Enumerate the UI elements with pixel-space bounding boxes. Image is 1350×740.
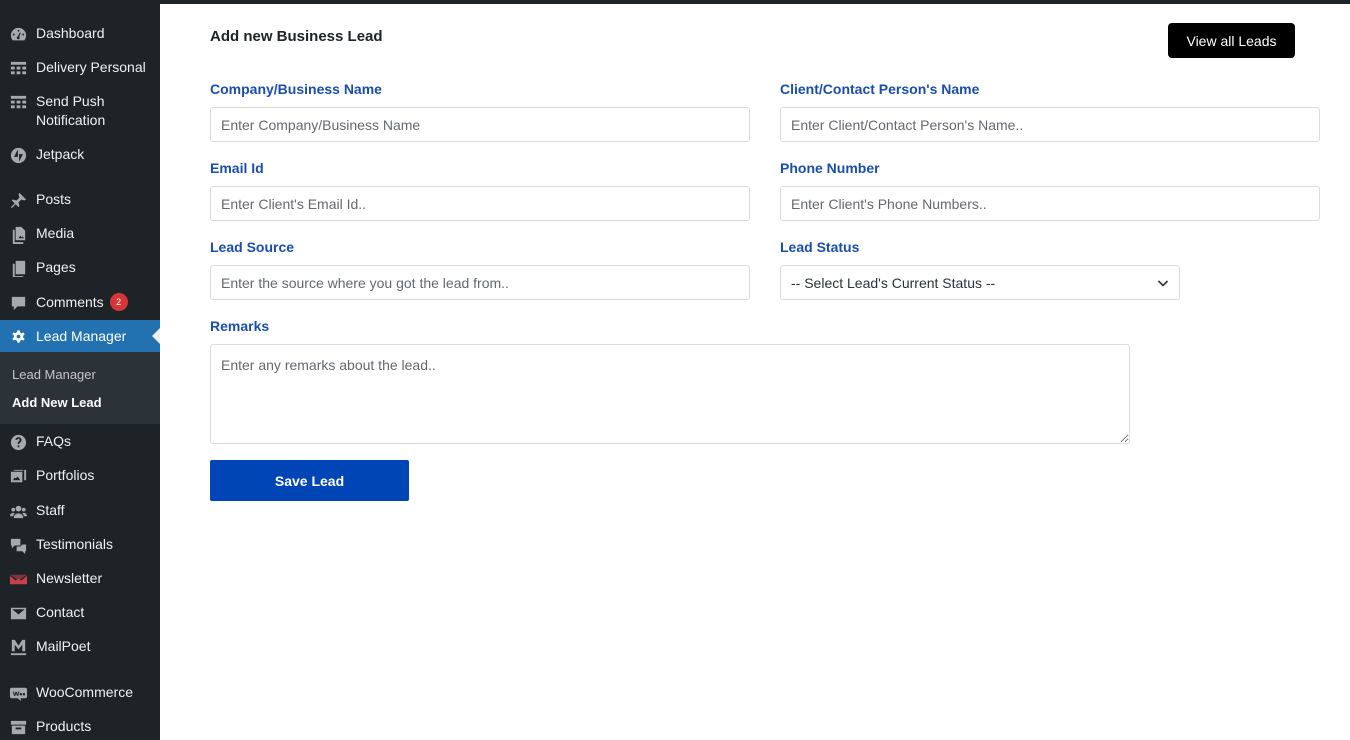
remarks-textarea[interactable] — [210, 344, 1130, 444]
sidebar-item-pages[interactable]: Pages — [0, 258, 160, 278]
sidebar-item-label: Portfolios — [36, 467, 95, 483]
page-title: Add new Business Lead — [210, 28, 383, 45]
sidebar-item-label: Testimonials — [36, 536, 114, 552]
sidebar-item-label: Comments — [36, 294, 104, 310]
sidebar-item-label: Delivery Personal — [36, 59, 146, 75]
email-icon — [0, 603, 36, 623]
lead-manager-submenu: Lead Manager Add New Lead — [0, 352, 160, 424]
sidebar-item-portfolios[interactable]: Portfolios — [0, 466, 160, 486]
company-name-label: Company/Business Name — [210, 81, 382, 97]
pin-icon — [0, 190, 36, 210]
sidebar-item-woocommerce[interactable]: WooCommerce — [0, 683, 160, 703]
portfolio-icon — [0, 466, 36, 486]
lead-source-label: Lead Source — [210, 239, 295, 255]
sidebar-item-label: Contact — [36, 604, 85, 620]
sidebar-item-mailpoet[interactable]: MailPoet — [0, 637, 160, 657]
comment-icon — [0, 293, 36, 313]
contact-person-input[interactable] — [780, 107, 1320, 142]
lead-status-selected-value: -- Select Lead's Current Status -- — [791, 274, 996, 291]
testimonial-icon — [0, 535, 36, 555]
newsletter-icon — [0, 569, 36, 589]
help-icon — [0, 432, 36, 452]
sidebar-item-label: Lead Manager — [36, 327, 127, 344]
sidebar-item-label: Media — [36, 225, 75, 241]
sidebar-item-send-push-notification[interactable]: Send Push Notification — [0, 92, 160, 130]
sidebar-item-lead-manager[interactable]: Lead Manager — [0, 320, 160, 352]
contact-person-label: Client/Contact Person's Name — [780, 81, 980, 97]
gear-icon — [0, 326, 36, 346]
sidebar-item-label: Pages — [36, 259, 76, 275]
groups-icon — [0, 501, 36, 521]
dashboard-icon — [0, 24, 36, 44]
sidebar-item-label: Dashboard — [36, 25, 105, 41]
lead-source-input[interactable] — [210, 265, 750, 300]
submenu-item-lead-manager[interactable]: Lead Manager — [12, 367, 96, 382]
pages-icon — [0, 258, 36, 278]
sidebar-item-label: Posts — [36, 191, 72, 207]
sidebar-item-label: Products — [36, 718, 92, 734]
media-icon — [0, 224, 36, 244]
sidebar-item-testimonials[interactable]: Testimonials — [0, 535, 160, 555]
phone-number-label: Phone Number — [780, 160, 880, 176]
lead-status-label: Lead Status — [780, 239, 860, 255]
save-lead-button[interactable]: Save Lead — [210, 460, 409, 501]
lead-status-select[interactable]: -- Select Lead's Current Status -- — [780, 265, 1180, 300]
comments-count-badge: 2 — [109, 293, 128, 311]
sidebar-item-label: Staff — [36, 502, 65, 518]
company-name-input[interactable] — [210, 107, 750, 142]
chevron-down-icon — [1157, 279, 1169, 287]
sidebar-item-faqs[interactable]: FAQs — [0, 432, 160, 452]
sidebar-item-dashboard[interactable]: Dashboard — [0, 24, 160, 44]
sidebar-item-delivery-personal[interactable]: Delivery Personal — [0, 58, 160, 78]
phone-number-input[interactable] — [780, 186, 1320, 221]
mailpoet-icon — [0, 637, 36, 657]
sidebar-item-staff[interactable]: Staff — [0, 501, 160, 521]
email-input[interactable] — [210, 186, 750, 221]
top-admin-bar-strip — [0, 0, 1350, 4]
sidebar-item-label: Send Push Notification — [36, 93, 106, 128]
view-all-leads-button[interactable]: View all Leads — [1168, 23, 1295, 58]
sidebar-item-label: MailPoet — [36, 638, 91, 654]
sidebar-item-comments[interactable]: Comments 2 — [0, 293, 160, 313]
archive-icon — [0, 717, 36, 737]
sidebar-item-label: Jetpack — [36, 146, 85, 162]
woo-icon — [0, 683, 36, 703]
sidebar-item-jetpack[interactable]: Jetpack — [0, 145, 160, 165]
sidebar-item-media[interactable]: Media — [0, 224, 160, 244]
table-icon — [0, 92, 36, 112]
sidebar-item-label: Newsletter — [36, 570, 103, 586]
sidebar-item-newsletter[interactable]: Newsletter — [0, 569, 160, 589]
sidebar-item-label: FAQs — [36, 433, 72, 449]
sidebar-item-posts[interactable]: Posts — [0, 190, 160, 210]
sidebar-item-label: WooCommerce — [36, 684, 133, 700]
table-icon — [0, 58, 36, 78]
remarks-label: Remarks — [210, 318, 270, 334]
jetpack-icon — [0, 145, 36, 165]
admin-sidebar: Dashboard Delivery Personal Send Push No… — [0, 0, 160, 740]
submenu-item-add-new-lead[interactable]: Add New Lead — [12, 395, 102, 410]
email-label: Email Id — [210, 160, 264, 176]
sidebar-item-contact[interactable]: Contact — [0, 603, 160, 623]
sidebar-item-products[interactable]: Products — [0, 717, 160, 737]
